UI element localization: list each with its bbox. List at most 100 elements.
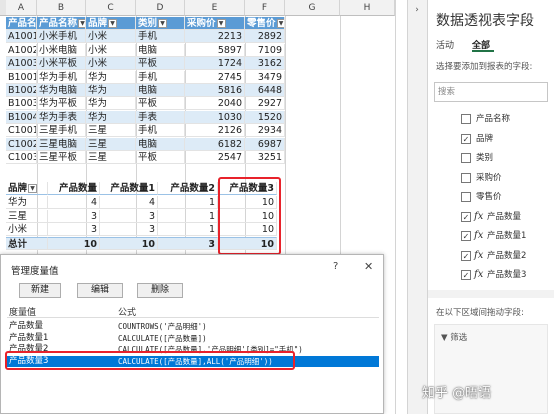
column-header[interactable]: C: [86, 0, 136, 16]
pivot-cell[interactable]: 4: [48, 195, 100, 209]
table-cell[interactable]: 手机: [136, 124, 185, 138]
column-header[interactable]: H: [340, 0, 395, 16]
table-cell[interactable]: A1003: [6, 57, 37, 71]
table-cell[interactable]: 小米: [86, 30, 136, 44]
table-header-cell[interactable]: 产品名▼: [6, 17, 37, 30]
pivot-header-cell[interactable]: 产品数量: [48, 182, 100, 195]
field-checkbox[interactable]: ✓: [461, 250, 471, 261]
filter-dropdown-icon[interactable]: ▼: [108, 19, 118, 28]
field-item[interactable]: 零售价: [434, 188, 548, 206]
table-cell[interactable]: 3479: [245, 70, 285, 84]
table-cell[interactable]: 小米: [86, 57, 136, 71]
column-header[interactable]: F: [245, 0, 285, 16]
field-item[interactable]: 采购价: [434, 169, 548, 187]
table-cell[interactable]: 华为平板: [37, 97, 86, 111]
pivot-cell[interactable]: 3: [48, 223, 100, 237]
field-item[interactable]: ✓ fx 产品数量3: [434, 266, 548, 284]
table-cell[interactable]: 华为手机: [37, 70, 86, 84]
filter-dropdown-icon[interactable]: ▼: [216, 19, 226, 28]
field-item[interactable]: 类别: [434, 149, 548, 167]
table-cell[interactable]: 3251: [245, 151, 285, 164]
pivot-total-cell[interactable]: 总计: [6, 237, 48, 251]
table-header-cell[interactable]: 品牌 ▼: [86, 17, 136, 30]
measure-row[interactable]: 产品数量1 CALCULATE([产品数量]): [7, 333, 379, 344]
column-header[interactable]: G: [285, 0, 340, 16]
pivot-cell[interactable]: 1: [158, 209, 218, 223]
table-header-cell[interactable]: 采购价 ▼: [185, 17, 245, 30]
field-checkbox[interactable]: ✓: [461, 211, 471, 222]
table-cell[interactable]: B1004: [6, 110, 37, 124]
table-cell[interactable]: 1030: [185, 110, 245, 124]
filter-dropdown-icon[interactable]: ▼: [158, 19, 168, 28]
field-checkbox[interactable]: [461, 114, 471, 124]
table-cell[interactable]: 电脑: [136, 137, 185, 151]
table-cell[interactable]: 三星电脑: [37, 137, 86, 151]
field-item[interactable]: ✓ fx 产品数量2: [434, 247, 548, 265]
table-cell[interactable]: 2934: [245, 124, 285, 138]
table-header-cell[interactable]: 零售价 ▼: [245, 17, 285, 30]
table-cell[interactable]: 华为: [86, 110, 136, 124]
pivot-header-cell[interactable]: 产品数量1: [100, 182, 158, 195]
table-cell[interactable]: A1001: [6, 30, 37, 44]
pivot-cell[interactable]: 1: [158, 195, 218, 209]
field-checkbox[interactable]: ✓: [461, 270, 471, 280]
table-cell[interactable]: 电脑: [136, 43, 185, 57]
table-cell[interactable]: 三星: [86, 151, 136, 164]
table-cell[interactable]: 6448: [245, 84, 285, 97]
table-cell[interactable]: B1003: [6, 97, 37, 111]
table-cell[interactable]: 2213: [185, 30, 245, 44]
table-cell[interactable]: C1001: [6, 124, 37, 138]
field-search-input[interactable]: 搜索: [434, 82, 548, 102]
table-cell[interactable]: 2040: [185, 97, 245, 111]
pane-arrow-icon[interactable]: ›: [410, 3, 424, 17]
pivot-cell[interactable]: 3: [100, 223, 158, 237]
pivot-total-cell[interactable]: 10: [100, 237, 158, 251]
table-cell[interactable]: 小米: [86, 43, 136, 57]
table-cell[interactable]: 平板: [136, 97, 185, 111]
pivot-cell[interactable]: 三星: [6, 209, 48, 223]
table-cell[interactable]: 三星: [86, 124, 136, 138]
field-checkbox[interactable]: [461, 153, 471, 163]
table-cell[interactable]: 华为手表: [37, 110, 86, 124]
table-cell[interactable]: 2126: [185, 124, 245, 138]
field-item[interactable]: ✓ fx 产品数量1: [434, 227, 548, 245]
pivot-header-cell[interactable]: 产品数量2: [158, 182, 218, 195]
pivot-total-cell[interactable]: 3: [158, 237, 218, 251]
pivot-header-cell[interactable]: 品牌 ▼: [6, 182, 48, 195]
table-cell[interactable]: C1003: [6, 151, 37, 164]
pivot-cell[interactable]: 3: [48, 209, 100, 223]
delete-button[interactable]: 删除: [137, 283, 183, 298]
filter-dropdown-icon[interactable]: ▼: [276, 19, 284, 28]
table-cell[interactable]: 小米平板: [37, 57, 86, 71]
table-cell[interactable]: 6182: [185, 137, 245, 151]
table-cell[interactable]: 7109: [245, 43, 285, 57]
tab-active[interactable]: 活动: [436, 38, 454, 51]
filter-dropdown-icon[interactable]: ▼: [78, 19, 85, 28]
table-cell[interactable]: 华为: [86, 70, 136, 84]
table-cell[interactable]: B1001: [6, 70, 37, 84]
row-labels-dropdown-icon[interactable]: ▼: [28, 184, 38, 193]
help-icon[interactable]: ?: [333, 261, 338, 272]
table-cell[interactable]: 华为电脑: [37, 84, 86, 97]
table-cell[interactable]: 小米电脑: [37, 43, 86, 57]
column-header[interactable]: B: [37, 0, 86, 16]
table-cell[interactable]: 三星手机: [37, 124, 86, 138]
column-header[interactable]: D: [136, 0, 185, 16]
table-cell[interactable]: 三星: [86, 137, 136, 151]
pivot-total-cell[interactable]: 10: [48, 237, 100, 251]
field-item[interactable]: ✓ 品牌: [434, 130, 548, 148]
field-checkbox[interactable]: [461, 172, 471, 183]
table-cell[interactable]: 5897: [185, 43, 245, 57]
table-cell[interactable]: 2892: [245, 30, 285, 44]
table-cell[interactable]: 6987: [245, 137, 285, 151]
table-cell[interactable]: 平板: [136, 57, 185, 71]
pivot-cell[interactable]: 华为: [6, 195, 48, 209]
field-checkbox[interactable]: [461, 192, 471, 202]
new-button[interactable]: 新建: [19, 283, 61, 298]
table-cell[interactable]: 华为: [86, 97, 136, 111]
pivot-cell[interactable]: 4: [100, 195, 158, 209]
table-cell[interactable]: 手机: [136, 70, 185, 84]
table-header-cell[interactable]: 类别 ▼: [136, 17, 185, 30]
table-cell[interactable]: 平板: [136, 151, 185, 164]
table-cell[interactable]: 3162: [245, 57, 285, 71]
